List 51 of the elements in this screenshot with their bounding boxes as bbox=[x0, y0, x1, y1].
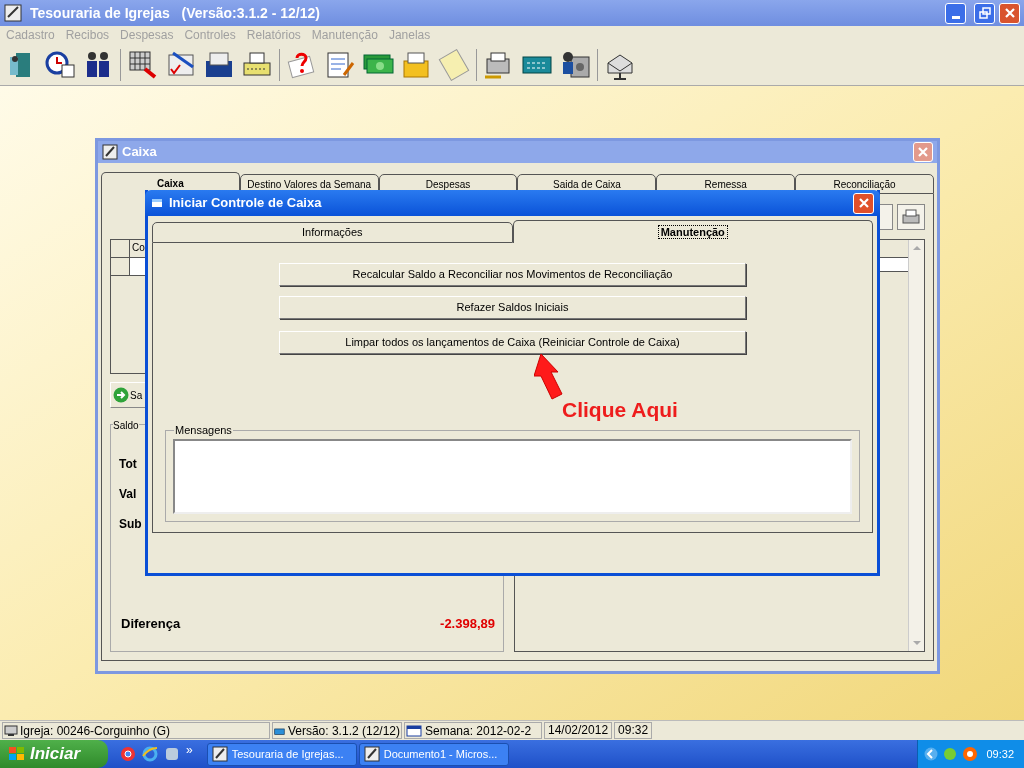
restore-button[interactable] bbox=[974, 2, 995, 24]
tab[interactable]: Informações bbox=[152, 222, 513, 243]
action-button[interactable]: Refazer Saldos Iniciais bbox=[279, 296, 746, 319]
window-icon bbox=[151, 197, 163, 209]
browser-icon[interactable] bbox=[120, 746, 136, 762]
status-week: Semana: 2012-02-2 bbox=[404, 722, 542, 739]
minimize-button[interactable] bbox=[945, 2, 966, 24]
chevron-icon[interactable] bbox=[924, 747, 939, 761]
calendar-icon bbox=[406, 724, 422, 737]
total-label: Tot bbox=[119, 456, 138, 473]
close-button[interactable] bbox=[999, 2, 1020, 24]
window-icon bbox=[102, 144, 118, 160]
status-date: 14/02/2012 bbox=[544, 722, 613, 739]
close-button[interactable] bbox=[853, 192, 874, 214]
close-icon bbox=[1003, 7, 1016, 19]
action-button[interactable]: Recalcular Saldo a Reconciliar nos Movimentos de Reconciliação bbox=[279, 263, 746, 286]
minimize-icon bbox=[951, 15, 960, 19]
status-version: Versão: 3.1.2 (12/12) bbox=[272, 722, 402, 739]
windows-logo-icon bbox=[8, 746, 26, 762]
window-title: Caixa bbox=[122, 143, 157, 162]
taskbar-button[interactable]: Tesouraria de Igrejas... bbox=[206, 742, 357, 766]
app-icon[interactable] bbox=[164, 746, 180, 762]
annotation-text: Clique Aqui bbox=[562, 397, 678, 423]
print-button[interactable] bbox=[897, 204, 925, 230]
app-icon bbox=[211, 746, 228, 762]
restore-icon bbox=[978, 7, 991, 19]
close-icon bbox=[917, 146, 929, 158]
dialog-title: Iniciar Controle de Caixa bbox=[169, 194, 322, 213]
scrollbar[interactable] bbox=[908, 240, 924, 651]
computer-icon bbox=[4, 724, 18, 737]
difference-label: Diferença bbox=[120, 614, 181, 633]
status-church: Igreja: 00246-Corguinho (G) bbox=[2, 722, 270, 739]
clock: 09:32 bbox=[985, 746, 1015, 762]
printer-icon bbox=[902, 209, 920, 225]
difference-value: -2.398,89 bbox=[440, 614, 495, 633]
window-title: Tesouraria de Igrejas (Versão:3.1.2 - 12/12) bbox=[30, 3, 320, 23]
browser-icon[interactable] bbox=[142, 746, 158, 762]
messages-field[interactable] bbox=[173, 439, 852, 514]
total-label: Val bbox=[119, 486, 138, 503]
total-label: Sub bbox=[119, 516, 143, 533]
update-icon[interactable] bbox=[962, 746, 979, 762]
keypad-icon[interactable] bbox=[127, 48, 159, 81]
taskbar-button[interactable]: Documento1 - Micros... bbox=[358, 742, 509, 766]
tab[interactable]: Manutenção bbox=[512, 220, 873, 243]
app-icon bbox=[4, 4, 22, 22]
status-time: 09:32 bbox=[614, 722, 653, 739]
more-button[interactable]: » bbox=[186, 741, 193, 759]
group-label: Mensagens bbox=[174, 424, 233, 436]
app-icon bbox=[363, 746, 380, 762]
close-icon bbox=[857, 197, 870, 209]
action-button[interactable]: Limpar todos os lançamentos de Caixa (Reiniciar Controle de Caixa) bbox=[279, 331, 746, 354]
